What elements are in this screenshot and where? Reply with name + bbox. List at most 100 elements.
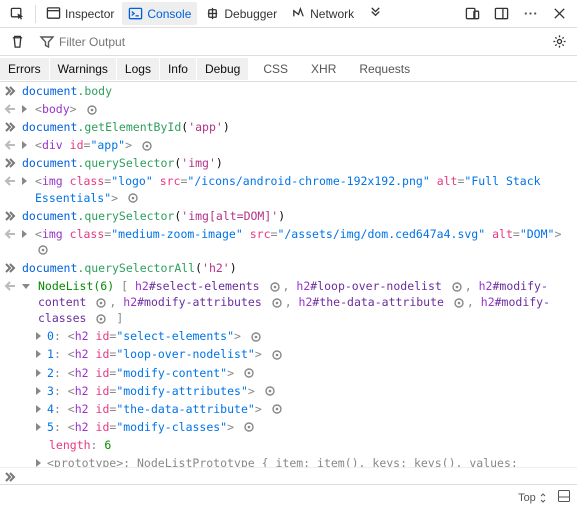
tab-network[interactable]: Network bbox=[285, 2, 360, 25]
expand-toggle[interactable] bbox=[36, 332, 41, 340]
list-item[interactable]: 1: <h2 id="loop-over-nodelist"> bbox=[36, 345, 577, 363]
input-text: document.getElementById('app') bbox=[22, 119, 571, 135]
kebab-menu-button[interactable] bbox=[517, 2, 544, 25]
inspect-icon[interactable] bbox=[250, 331, 262, 343]
output-line: <body> bbox=[0, 100, 577, 118]
list-item[interactable]: 0: <h2 id="select-elements"> bbox=[36, 327, 577, 345]
inspect-icon[interactable] bbox=[141, 140, 153, 152]
console-output: document.body <body> document.getElement… bbox=[0, 82, 577, 467]
input-arrow-icon bbox=[4, 262, 16, 274]
inspect-icon[interactable] bbox=[86, 104, 98, 116]
tab-inspector-label: Inspector bbox=[65, 7, 114, 21]
filter-bar: Errors Warnings Logs Info Debug CSS XHR … bbox=[0, 56, 577, 82]
output-arrow-icon bbox=[4, 280, 16, 292]
expand-toggle[interactable] bbox=[36, 369, 41, 377]
inspect-icon[interactable] bbox=[37, 244, 49, 256]
output-line: <div id="app"> bbox=[0, 136, 577, 154]
console-subtoolbar bbox=[0, 28, 577, 56]
prompt-line[interactable] bbox=[0, 467, 577, 484]
input-text: document.body bbox=[22, 83, 571, 99]
output-arrow-icon bbox=[4, 139, 16, 151]
expand-toggle[interactable] bbox=[36, 459, 41, 467]
input-text: document.querySelector('img') bbox=[22, 155, 571, 171]
filter-warnings[interactable]: Warnings bbox=[50, 58, 117, 80]
output-arrow-icon bbox=[4, 228, 16, 240]
tab-console[interactable]: Console bbox=[122, 2, 197, 25]
devtools-toolbar: Inspector Console Debugger Network bbox=[0, 0, 577, 28]
filter-xhr[interactable]: XHR bbox=[303, 58, 345, 80]
filter-wrap bbox=[39, 34, 159, 50]
clear-console-button[interactable] bbox=[4, 30, 31, 53]
list-item[interactable]: 4: <h2 id="the-data-attribute"> bbox=[36, 400, 577, 418]
output-node[interactable]: <img class="logo" src="/icons/android-ch… bbox=[35, 173, 571, 205]
more-tabs-button[interactable] bbox=[362, 2, 389, 25]
filter-debug[interactable]: Debug bbox=[197, 58, 249, 80]
expand-toggle[interactable] bbox=[36, 350, 41, 358]
filter-logs[interactable]: Logs bbox=[117, 58, 160, 80]
expand-toggle[interactable] bbox=[22, 284, 30, 289]
inspect-icon[interactable] bbox=[271, 349, 283, 361]
output-arrow-icon bbox=[4, 175, 16, 187]
expand-toggle[interactable] bbox=[22, 105, 27, 113]
input-arrow-icon bbox=[4, 121, 16, 133]
filter-input[interactable] bbox=[59, 35, 159, 49]
filter-css[interactable]: CSS bbox=[255, 58, 297, 80]
list-item[interactable]: 2: <h2 id="modify-content"> bbox=[36, 364, 577, 382]
input-line: document.querySelectorAll('h2') bbox=[0, 259, 577, 277]
input-line: document.getElementById('app') bbox=[0, 118, 577, 136]
expand-toggle[interactable] bbox=[22, 141, 27, 149]
expand-toggle[interactable] bbox=[22, 177, 27, 185]
nodelist-summary[interactable]: NodeList(6) [ h2#select-elements , h2#lo… bbox=[38, 278, 571, 326]
output-node[interactable]: <div id="app"> bbox=[35, 137, 571, 153]
input-arrow-icon bbox=[4, 471, 16, 483]
length-row: length: 6 bbox=[36, 436, 577, 454]
inspect-icon[interactable] bbox=[271, 297, 283, 309]
dock-button[interactable] bbox=[488, 2, 515, 25]
output-node[interactable]: <body> bbox=[35, 101, 571, 117]
list-item[interactable]: 3: <h2 id="modify-attributes"> bbox=[36, 382, 577, 400]
output-line: NodeList(6) [ h2#select-elements , h2#lo… bbox=[0, 277, 577, 327]
nodelist-expanded: 0: <h2 id="select-elements"> 1: <h2 id="… bbox=[0, 327, 577, 467]
settings-button[interactable] bbox=[546, 30, 573, 53]
input-text: document.querySelector('img[alt=DOM]') bbox=[22, 208, 571, 224]
pick-element-button[interactable] bbox=[4, 2, 31, 25]
prototype-row[interactable]: <prototype>: NodeListPrototype { item: i… bbox=[36, 454, 577, 467]
expand-toggle[interactable] bbox=[36, 405, 41, 413]
inspect-icon[interactable] bbox=[243, 421, 255, 433]
inspect-icon[interactable] bbox=[95, 297, 107, 309]
inspect-icon[interactable] bbox=[95, 313, 107, 325]
tab-network-label: Network bbox=[310, 7, 354, 21]
inspect-icon[interactable] bbox=[127, 192, 139, 204]
status-bar: Top bbox=[0, 484, 577, 510]
inspect-icon[interactable] bbox=[453, 297, 465, 309]
filter-errors[interactable]: Errors bbox=[0, 58, 50, 80]
output-line: <img class="medium-zoom-image" src="/ass… bbox=[0, 225, 577, 259]
list-item[interactable]: 5: <h2 id="modify-classes"> bbox=[36, 418, 577, 436]
expand-toggle[interactable] bbox=[36, 423, 41, 431]
input-line: document.body bbox=[0, 82, 577, 100]
tab-console-label: Console bbox=[147, 7, 191, 21]
inspect-icon[interactable] bbox=[271, 403, 283, 415]
output-arrow-icon bbox=[4, 103, 16, 115]
input-arrow-icon bbox=[4, 157, 16, 169]
split-console-button[interactable] bbox=[557, 489, 571, 506]
output-line: <img class="logo" src="/icons/android-ch… bbox=[0, 172, 577, 206]
tab-inspector[interactable]: Inspector bbox=[40, 2, 120, 25]
tab-debugger[interactable]: Debugger bbox=[199, 2, 283, 25]
expand-toggle[interactable] bbox=[36, 387, 41, 395]
inspect-icon[interactable] bbox=[264, 385, 276, 397]
expand-toggle[interactable] bbox=[22, 230, 27, 238]
input-arrow-icon bbox=[4, 85, 16, 97]
inspect-icon[interactable] bbox=[269, 281, 281, 293]
input-line: document.querySelector('img[alt=DOM]') bbox=[0, 207, 577, 225]
output-node[interactable]: <img class="medium-zoom-image" src="/ass… bbox=[35, 226, 571, 258]
responsive-mode-button[interactable] bbox=[459, 2, 486, 25]
inspect-icon[interactable] bbox=[451, 281, 463, 293]
input-line: document.querySelector('img') bbox=[0, 154, 577, 172]
context-selector[interactable]: Top bbox=[518, 492, 547, 504]
close-button[interactable] bbox=[546, 2, 573, 25]
filter-info[interactable]: Info bbox=[160, 58, 197, 80]
input-text: document.querySelectorAll('h2') bbox=[22, 260, 571, 276]
filter-requests[interactable]: Requests bbox=[351, 58, 419, 80]
inspect-icon[interactable] bbox=[243, 367, 255, 379]
